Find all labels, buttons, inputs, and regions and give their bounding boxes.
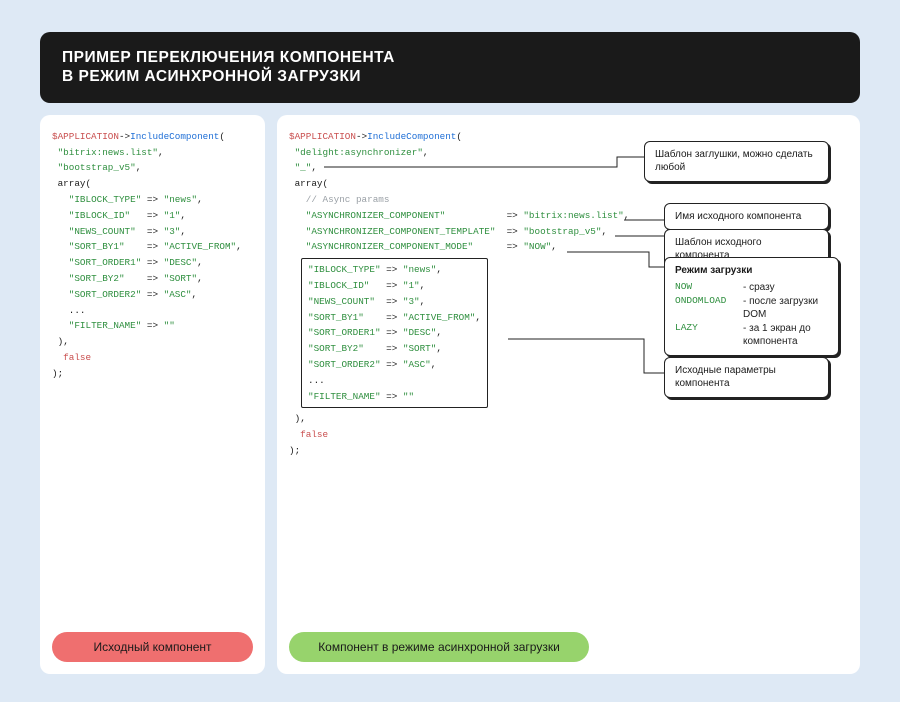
code-var: $APPLICATION [52,131,119,142]
source-code: $APPLICATION->IncludeComponent( "bitrix:… [52,129,253,633]
code-kw: array [58,178,86,189]
callout-orig-params: Исходные параметры компонента [664,357,829,398]
title-line-1: ПРИМЕР ПЕРЕКЛЮЧЕНИЯ КОМПОНЕНТА [62,49,395,66]
async-card: $APPLICATION->IncludeComponent( "delight… [277,115,860,675]
callout-stub-template: Шаблон заглушки, можно сделать любой [644,141,829,182]
page-title: ПРИМЕР ПЕРЕКЛЮЧЕНИЯ КОМПОНЕНТА В РЕЖИМ А… [40,32,860,103]
source-pill: Исходный компонент [52,632,253,662]
async-code: $APPLICATION->IncludeComponent( "delight… [289,129,848,633]
orig-params-block: "IBLOCK_TYPE" => "news", "IBLOCK_ID" => … [301,258,488,408]
async-pill: Компонент в режиме асинхронной загрузки [289,632,589,662]
callout-mode-title: Режим загрузки [675,264,828,278]
code-fn: IncludeComponent [130,131,219,142]
source-card: $APPLICATION->IncludeComponent( "bitrix:… [40,115,265,675]
code-arg: "bootstrap_v5" [58,162,136,173]
columns: $APPLICATION->IncludeComponent( "bitrix:… [40,115,860,675]
code-arg: "bitrix:news.list" [58,147,158,158]
callout-orig-name: Имя исходного компонента [664,203,829,231]
title-line-2: В РЕЖИМ АСИНХРОННОЙ ЗАГРУЗКИ [62,68,361,85]
callout-mode: Режим загрузки NOW- сразу ONDOMLOAD- пос… [664,257,839,356]
page: ПРИМЕР ПЕРЕКЛЮЧЕНИЯ КОМПОНЕНТА В РЕЖИМ А… [0,0,900,702]
